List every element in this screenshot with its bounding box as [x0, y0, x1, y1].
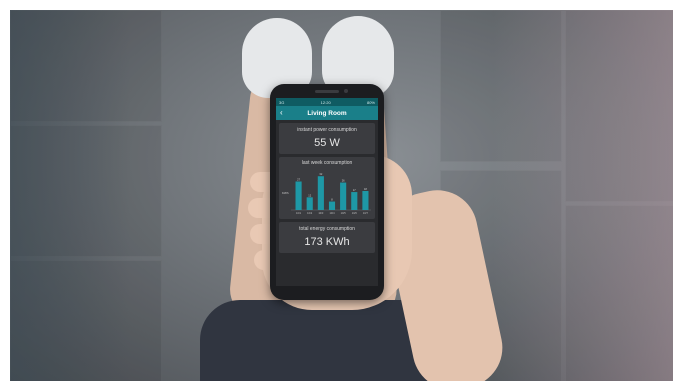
- battery-indicator: 80%: [366, 99, 375, 105]
- bar-value-label: 27: [297, 178, 300, 182]
- x-tick-label: 10/5: [341, 211, 347, 215]
- chevron-left-icon[interactable]: ‹: [280, 108, 283, 117]
- bar-10/6[interactable]: [351, 192, 358, 210]
- smartphone: 3G 12:20 80% ‹ Living Room instant power…: [270, 84, 384, 300]
- bar-10/7[interactable]: [362, 191, 369, 210]
- bar-value-label: 17: [353, 188, 356, 192]
- app-screen: 3G 12:20 80% ‹ Living Room instant power…: [276, 98, 378, 286]
- bar-10/3[interactable]: [317, 176, 324, 210]
- instant-power-card[interactable]: instant power consumption 55 W: [279, 123, 375, 154]
- bar-value-label: 32: [319, 172, 322, 176]
- phone-speaker: [315, 90, 339, 93]
- signal-indicator: 3G: [279, 99, 285, 105]
- phone-camera: [344, 89, 348, 93]
- x-tick-label: 10/2: [307, 211, 313, 215]
- x-tick-label: 10/1: [296, 211, 302, 215]
- total-energy-value: 173 KWh: [304, 236, 350, 248]
- bar-value-label: 26: [342, 179, 345, 183]
- total-energy-card[interactable]: total energy consumption 173 KWh: [279, 222, 375, 253]
- total-energy-label: total energy consumption: [299, 226, 355, 232]
- photo-shade: [10, 10, 130, 381]
- x-tick-label: 10/6: [352, 211, 358, 215]
- bar-value-label: 18: [364, 187, 367, 191]
- x-tick-label: 10/3: [318, 211, 324, 215]
- instant-power-value: 55 W: [314, 137, 340, 149]
- status-bar: 3G 12:20 80%: [276, 98, 378, 106]
- weekly-consumption-label: last week consumption: [301, 160, 353, 166]
- instant-power-label: instant power consumption: [297, 127, 357, 133]
- app-bar: ‹ Living Room: [276, 106, 378, 120]
- y-axis-label: KWh: [282, 191, 289, 195]
- bar-10/5[interactable]: [340, 182, 347, 210]
- bar-value-label: 8: [331, 198, 333, 202]
- weekly-consumption-card[interactable]: last week consumption KWh 27 10/1 12 10/2 32…: [279, 157, 375, 219]
- photo-tint: [493, 10, 673, 381]
- bar-10/2[interactable]: [306, 197, 313, 210]
- page-title: Living Room: [307, 109, 347, 117]
- bar-10/1[interactable]: [295, 181, 302, 211]
- x-tick-label: 10/7: [363, 211, 369, 215]
- weekly-bar-chart: KWh 27 10/1 12 10/2 32 10/3 8 10/4 26 10/5 17 10/6 1…: [282, 172, 371, 215]
- bar-value-label: 12: [308, 193, 311, 197]
- x-tick-label: 10/4: [329, 211, 335, 215]
- bar-10/4[interactable]: [328, 201, 336, 210]
- clock: 12:20: [320, 99, 331, 105]
